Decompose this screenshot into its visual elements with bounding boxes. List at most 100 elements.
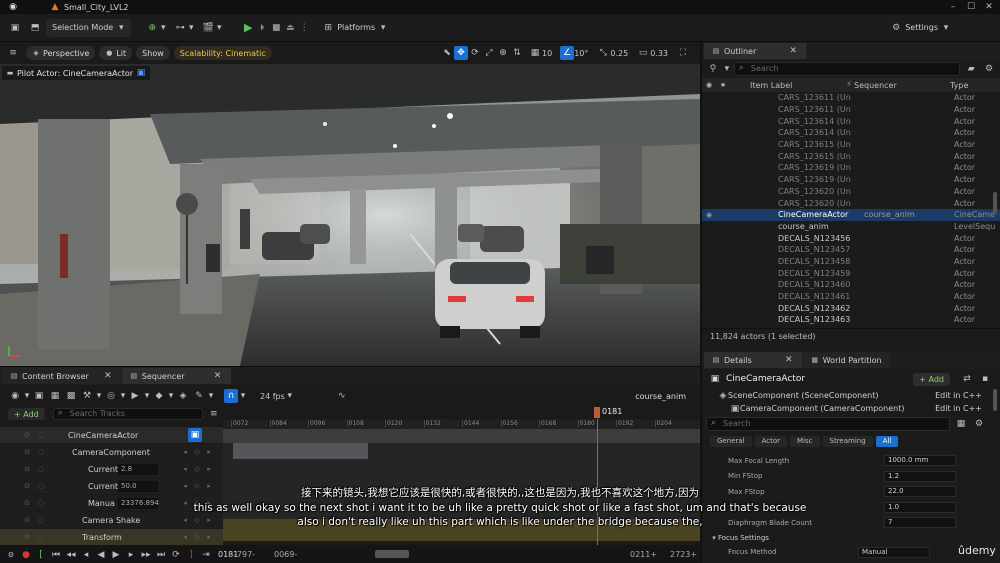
edit-in-cpp-link[interactable]: Edit in C++ xyxy=(935,404,982,413)
chevron-down-icon[interactable]: ▾ xyxy=(208,389,214,403)
loop-end-bracket-icon[interactable]: ] xyxy=(184,548,198,562)
range-start[interactable]: -797- xyxy=(234,550,255,559)
col-type[interactable]: Type xyxy=(950,81,968,90)
property-value-input[interactable]: 7 xyxy=(884,517,956,528)
jump-end-icon[interactable]: ⏭ xyxy=(154,548,168,562)
jump-start-icon[interactable]: ⏮ xyxy=(49,548,63,562)
outliner-search-input[interactable]: Search xyxy=(733,62,961,76)
loop-bracket-icon[interactable]: [ xyxy=(34,548,48,562)
timeline-scrollbar[interactable] xyxy=(375,550,409,558)
track-value-input[interactable]: 2.8 xyxy=(118,463,158,475)
playhead-label[interactable] xyxy=(594,407,600,418)
more-icon[interactable]: ▪ xyxy=(978,372,992,386)
filter-icon[interactable]: ≡ xyxy=(207,407,221,421)
key-all-icon[interactable]: ◈ xyxy=(176,389,190,403)
close-icon[interactable]: ✕ xyxy=(784,353,794,367)
filter-tab-misc[interactable]: Misc xyxy=(790,435,820,447)
tab-content-browser[interactable]: ▤ Content Browser ✕ xyxy=(2,368,121,384)
property-value-input[interactable]: 22.0 xyxy=(884,486,956,497)
curve-editor-icon[interactable]: ∿ xyxy=(335,389,349,403)
pen-icon[interactable]: ✎ xyxy=(192,389,206,403)
track-solo-icon[interactable]: ◌ xyxy=(34,479,48,493)
close-icon[interactable]: ✕ xyxy=(788,44,798,58)
track-lock-icon[interactable]: ⊙ xyxy=(20,496,34,510)
rotate-tool-icon[interactable]: ⟳ xyxy=(468,46,482,60)
range-in[interactable]: 0069- xyxy=(274,550,297,559)
camera-speed-value[interactable]: 0.33 xyxy=(650,49,668,58)
pilot-actor-badge[interactable]: ▬ Pilot Actor: CineCameraActor ▣ xyxy=(2,66,151,80)
star-icon[interactable]: ★ xyxy=(716,78,730,92)
scale-snap-value[interactable]: 0.25 xyxy=(610,49,628,58)
camera-actor-lane[interactable] xyxy=(223,429,700,443)
tab-world-partition[interactable]: ▦ World Partition xyxy=(802,352,890,368)
playback-options-icon[interactable]: ▶ xyxy=(128,389,142,403)
show-button[interactable]: Show xyxy=(136,46,170,60)
chevron-down-icon[interactable]: ▾ xyxy=(724,62,730,76)
record-icon[interactable]: ● xyxy=(19,548,33,562)
outliner-row[interactable]: DECALS_N123463 Actor xyxy=(702,314,1000,326)
outliner-row[interactable]: CARS_123611 (Un Actor xyxy=(702,92,1000,104)
outliner-row[interactable]: CARS_123614 (Un Actor xyxy=(702,127,1000,139)
search-tracks-input[interactable]: Search Tracks xyxy=(52,408,203,420)
component-row[interactable]: ▣ CameraComponent (CameraComponent) Edit… xyxy=(702,402,1000,415)
eject-pilot-icon[interactable]: ▬ xyxy=(6,66,14,80)
add-track-button[interactable]: + Add xyxy=(8,408,45,420)
track-solo-icon[interactable]: ◌ xyxy=(34,513,48,527)
fps-dropdown[interactable]: 24 fps xyxy=(260,392,285,401)
chevron-down-icon[interactable]: ▾ xyxy=(120,389,126,403)
camera-icon[interactable]: ▣ xyxy=(188,428,202,442)
property-value-input[interactable]: 1.2 xyxy=(884,470,956,482)
play-reverse-icon[interactable]: ◀ xyxy=(94,548,108,562)
outliner-row[interactable]: CARS_123620 (Un Actor xyxy=(702,197,1000,209)
render-movie-icon[interactable]: ▦ xyxy=(48,389,62,403)
outliner-row[interactable]: CARS_123615 (Un Actor xyxy=(702,150,1000,162)
move-tool-icon[interactable]: ✥ xyxy=(454,46,468,60)
outliner-row[interactable]: CARS_123611 (Un Actor xyxy=(702,104,1000,116)
world-space-icon[interactable]: ⊕ xyxy=(496,46,510,60)
perspective-button[interactable]: ◈ Perspective xyxy=(26,46,96,60)
step-back-icon[interactable]: ◂◂ xyxy=(64,548,78,562)
snap-magnet-icon[interactable]: ∩ xyxy=(224,389,238,403)
arrow-right-icon[interactable]: ⇥ xyxy=(199,548,213,562)
chevron-down-icon[interactable]: ▾ xyxy=(144,389,150,403)
col-sequencer[interactable]: Sequencer xyxy=(854,81,950,90)
camera-cut-icon[interactable]: ▩ xyxy=(64,389,78,403)
selection-mode-dropdown[interactable]: Selection Mode ▾ xyxy=(46,18,132,37)
outliner-row[interactable]: DECALS_N123458 Actor xyxy=(702,256,1000,268)
scale-tool-icon[interactable]: ⤢ xyxy=(482,46,496,60)
track-row[interactable]: ⊙ ◌ CineCameraActor ▣ xyxy=(0,427,223,444)
maximize-icon[interactable]: ☐ xyxy=(964,0,978,14)
world-icon[interactable]: ◉ xyxy=(8,389,22,403)
outliner-row[interactable]: CARS_123615 (Un Actor xyxy=(702,139,1000,151)
camera-icon[interactable]: ▣ xyxy=(136,66,146,80)
key-icon[interactable]: ◆ xyxy=(152,389,166,403)
track-row[interactable]: ⊙ ◌ CameraComponent ◂ ◇ ▸ xyxy=(0,444,223,461)
maximize-viewport-icon[interactable]: ⛶ xyxy=(676,46,690,60)
scale-snap-icon[interactable]: ⤡ xyxy=(596,46,610,60)
outliner-row[interactable]: DECALS_N123459 Actor xyxy=(702,267,1000,279)
details-search-input[interactable]: Search xyxy=(706,417,950,431)
chevron-down-icon[interactable]: ▾ xyxy=(215,21,223,35)
play-step-icon[interactable]: ⏵ xyxy=(255,21,269,35)
outliner-row[interactable]: DECALS_N123456 Actor xyxy=(702,232,1000,244)
details-scrollbar[interactable] xyxy=(993,389,997,411)
new-folder-icon[interactable]: ▰ xyxy=(964,62,978,76)
level-viewport[interactable]: ▬ Pilot Actor: CineCameraActor ▣ xyxy=(0,64,700,366)
scalability-button[interactable]: Scalability: Cinematic xyxy=(173,46,272,60)
track-lock-icon[interactable]: ⊙ xyxy=(20,462,34,476)
filter-icon[interactable]: ⚲ xyxy=(706,62,720,76)
chevron-down-icon[interactable]: ▾ xyxy=(24,389,30,403)
track-solo-icon[interactable]: ◌ xyxy=(34,428,48,442)
lit-button[interactable]: ● Lit xyxy=(99,46,133,60)
view-options-icon[interactable]: ◎ xyxy=(104,389,118,403)
focus-method-dropdown[interactable]: Manual xyxy=(858,546,930,558)
track-lock-icon[interactable]: ⊙ xyxy=(20,479,34,493)
more-options-icon[interactable]: ⋮ xyxy=(297,21,311,35)
range-out[interactable]: 0211+ xyxy=(630,550,657,559)
filter-tab-general[interactable]: General xyxy=(710,435,752,447)
range-end[interactable]: 2723+ xyxy=(670,550,697,559)
track-lock-icon[interactable]: ⊙ xyxy=(20,530,34,544)
platforms-dropdown[interactable]: ⊞ Platforms ▾ xyxy=(317,19,393,37)
track-lock-icon[interactable]: ⊙ xyxy=(20,513,34,527)
outliner-row[interactable]: CARS_123614 (Un Actor xyxy=(702,115,1000,127)
